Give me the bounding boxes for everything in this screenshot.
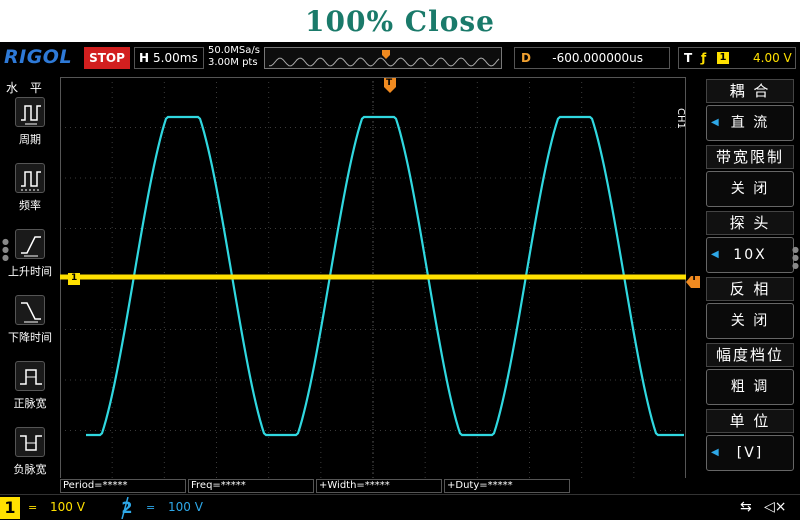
unit-button[interactable]: ◀ [V] xyxy=(706,435,794,471)
timebase-tag: H xyxy=(139,51,150,65)
bandwidth-limit-button[interactable]: 关 闭 xyxy=(706,171,794,207)
trigger-position-label: T xyxy=(386,78,393,88)
memory-trigger-marker xyxy=(382,50,390,59)
channel2-number: 2 xyxy=(121,498,133,517)
left-menu-title: 水 平 xyxy=(6,81,46,95)
coupling-header: 耦 合 xyxy=(706,79,794,103)
probe-header: 探 头 xyxy=(706,211,794,235)
timebase-display[interactable]: H 5.00ms xyxy=(134,47,204,69)
trigger-source-badge: 1 xyxy=(717,52,729,64)
measure-positive-width[interactable]: 正脉宽 xyxy=(4,361,56,423)
measure-rise-time-label: 上升时间 xyxy=(8,265,52,278)
status-bar: RIGOL STOP H 5.00ms 50.0MSa/s 3.00M pts D… xyxy=(0,42,800,75)
measurement-frequency[interactable]: Freq=***** xyxy=(188,479,314,493)
trigger-display[interactable]: T ƒ 1 4.00 V xyxy=(678,47,796,69)
channel1-offset-label: 1 xyxy=(71,273,78,283)
channel-tag: CH1 xyxy=(675,108,686,129)
measure-negative-width-label: 负脉宽 xyxy=(13,463,47,476)
memory-waveform-preview xyxy=(269,50,500,67)
fall-time-icon xyxy=(15,295,45,325)
channel1-offset-marker[interactable]: 1 xyxy=(68,273,80,285)
frequency-icon xyxy=(15,163,45,193)
timebase-value: 5.00ms xyxy=(153,51,198,65)
trigger-level-marker-label: T xyxy=(691,273,698,283)
negative-width-icon xyxy=(15,427,45,457)
probe-value: 10X xyxy=(733,247,767,263)
positive-width-icon xyxy=(15,361,45,391)
measure-fall-time-label: 下降时间 xyxy=(8,331,52,344)
run-stop-button[interactable]: STOP xyxy=(84,47,130,69)
volts-div-button[interactable]: 粗 调 xyxy=(706,369,794,405)
channel1-scale: 100 V xyxy=(50,500,85,514)
channel-bar: 1 = 100 V 2 = 100 V ⇆ ◁× xyxy=(0,494,800,520)
measurement-period[interactable]: Period=***** xyxy=(60,479,186,493)
probe-button[interactable]: ◀ 10X xyxy=(706,237,794,273)
bandwidth-limit-value: 关 闭 xyxy=(730,181,770,197)
trigger-tag: T xyxy=(684,51,693,65)
rise-time-icon xyxy=(15,229,45,259)
invert-button[interactable]: 关 闭 xyxy=(706,303,794,339)
acquisition-info: 50.0MSa/s 3.00M pts xyxy=(208,45,260,69)
channel-settings-menu: 耦 合 ◀ 直 流 带宽限制 关 闭 探 头 ◀ 10X 反 相 关 闭 幅度档位 … xyxy=(700,75,800,495)
waveform-canvas xyxy=(60,77,686,481)
channel2-indicator[interactable]: 2 = 100 V xyxy=(114,497,226,519)
delay-display[interactable]: D -600.000000us xyxy=(514,47,670,69)
right-knob-indicator: ● ● ● xyxy=(792,245,799,270)
measurement-bar: Period=***** Freq=***** +Width=***** +Du… xyxy=(60,478,686,494)
rising-edge-icon: ƒ xyxy=(701,51,707,65)
left-knob-indicator: ● ● ● xyxy=(2,237,9,262)
dc-coupling-icon: = xyxy=(28,501,38,514)
measure-frequency[interactable]: 频率 xyxy=(4,163,56,225)
volts-div-header: 幅度档位 xyxy=(706,343,794,367)
measure-rise-time[interactable]: 上升时间 xyxy=(4,229,56,291)
memory-depth: 3.00M pts xyxy=(208,57,258,68)
horizontal-measure-menu: 水 平 周期 频率 上升时间 下降时间 正脉宽 负脉宽 xyxy=(0,75,60,495)
measure-negative-width[interactable]: 负脉宽 xyxy=(4,427,56,489)
invert-header: 反 相 xyxy=(706,277,794,301)
period-icon xyxy=(15,97,45,127)
sample-rate: 50.0MSa/s xyxy=(208,45,260,56)
invert-value: 关 闭 xyxy=(730,313,770,329)
usb-icon: ⇆ xyxy=(740,499,752,515)
measure-frequency-label: 频率 xyxy=(19,199,41,212)
coupling-button[interactable]: ◀ 直 流 xyxy=(706,105,794,141)
measurement-positive-duty[interactable]: +Duty=***** xyxy=(444,479,570,493)
measure-positive-width-label: 正脉宽 xyxy=(13,397,47,410)
memory-overview xyxy=(264,47,502,69)
delay-tag: D xyxy=(521,51,531,65)
select-arrow-icon: ◀ xyxy=(711,249,721,260)
speaker-muted-icon[interactable]: ◁× xyxy=(764,499,787,515)
channel2-scale: 100 V xyxy=(168,500,203,514)
measure-period[interactable]: 周期 xyxy=(4,97,56,159)
trigger-level: 4.00 V xyxy=(753,51,792,65)
volts-div-value: 粗 调 xyxy=(730,379,770,395)
measure-period-label: 周期 xyxy=(19,133,41,146)
page-title-bar: 100% Close xyxy=(0,0,800,42)
unit-header: 单 位 xyxy=(706,409,794,433)
channel1-number: 1 xyxy=(0,497,20,519)
select-arrow-icon: ◀ xyxy=(711,447,721,458)
channel1-indicator[interactable]: 1 = 100 V xyxy=(0,497,110,519)
page-title: 100% Close xyxy=(305,4,495,38)
oscilloscope-screen: RIGOL STOP H 5.00ms 50.0MSa/s 3.00M pts D… xyxy=(0,42,800,520)
bandwidth-limit-header: 带宽限制 xyxy=(706,145,794,169)
select-arrow-icon: ◀ xyxy=(711,117,721,128)
brand-logo: RIGOL xyxy=(4,46,73,68)
measure-fall-time[interactable]: 下降时间 xyxy=(4,295,56,357)
delay-value: -600.000000us xyxy=(552,51,643,65)
coupling-value: 直 流 xyxy=(730,115,770,131)
trigger-level-marker[interactable]: T xyxy=(686,273,700,288)
trigger-position-marker[interactable]: T xyxy=(384,78,396,94)
dc-coupling-icon: = xyxy=(146,501,156,514)
waveform-grid xyxy=(60,77,686,481)
measurement-positive-width[interactable]: +Width=***** xyxy=(316,479,442,493)
unit-value: [V] xyxy=(736,445,764,461)
